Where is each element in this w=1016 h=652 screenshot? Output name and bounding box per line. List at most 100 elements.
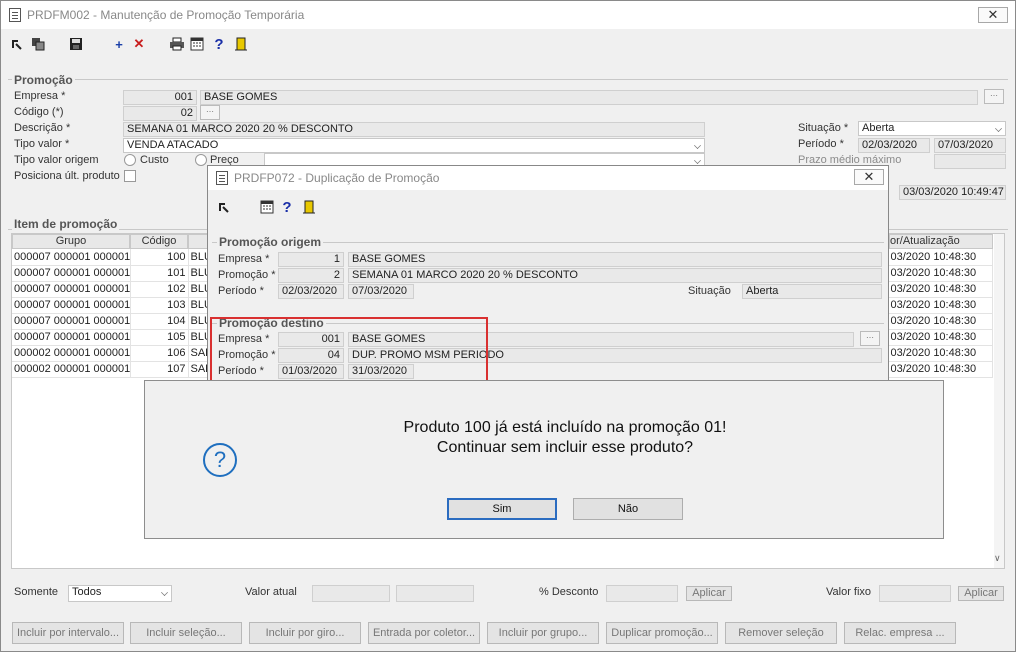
origem-periodo-fim: 07/03/2020 bbox=[348, 284, 414, 299]
aplicar-valor-fixo-button[interactable]: Aplicar bbox=[958, 586, 1004, 601]
remover-selecao-button[interactable]: Remover seleção bbox=[725, 622, 837, 644]
calculator-icon[interactable] bbox=[258, 198, 276, 216]
incluir-selecao-button[interactable]: Incluir seleção... bbox=[130, 622, 242, 644]
empresa-label: Empresa * bbox=[14, 90, 66, 102]
descricao-label: Descrição * bbox=[14, 122, 71, 134]
entrada-coletor-button[interactable]: Entrada por coletor... bbox=[368, 622, 480, 644]
dialog-close-button[interactable]: ✕ bbox=[854, 169, 884, 185]
dialog-title: PRDFP072 - Duplicação de Promoção bbox=[234, 171, 440, 185]
duplicar-promocao-button[interactable]: Duplicar promoção... bbox=[606, 622, 718, 644]
cell-codigo: 100 bbox=[130, 249, 189, 266]
dialog-toolbar: ? bbox=[214, 194, 318, 220]
chevron-down-icon[interactable]: ∨ bbox=[994, 553, 1001, 564]
origem-periodo-inicio: 02/03/2020 bbox=[278, 284, 344, 299]
valor-atual-label: Valor atual bbox=[245, 586, 297, 598]
help-icon[interactable]: ? bbox=[278, 198, 296, 216]
origem-section-title: Promoção origem bbox=[217, 235, 324, 249]
origem-empresa-name: BASE GOMES bbox=[348, 252, 882, 267]
incluir-giro-button[interactable]: Incluir por giro... bbox=[249, 622, 361, 644]
chevron-down-icon bbox=[161, 589, 168, 596]
custo-radio[interactable] bbox=[124, 154, 136, 166]
cell-grupo: 000007 000001 000001 bbox=[12, 297, 131, 314]
destino-empresa-lookup-button[interactable]: ⋯ bbox=[860, 331, 880, 346]
cell-grupo: 000007 000001 000001 bbox=[12, 329, 131, 346]
cell-grupo: 000007 000001 000001 bbox=[12, 265, 131, 282]
situacao-value: Aberta bbox=[862, 122, 895, 134]
cell-codigo: 104 bbox=[130, 313, 189, 330]
grid-header-grupo[interactable]: Grupo bbox=[12, 234, 130, 249]
tipo-valor-select[interactable]: VENDA ATACADO bbox=[123, 138, 705, 153]
sim-button[interactable]: Sim bbox=[447, 498, 557, 520]
cell-grupo: 000002 000001 000001 bbox=[12, 361, 131, 378]
windows-icon[interactable] bbox=[29, 35, 47, 53]
door-exit-icon[interactable] bbox=[232, 35, 250, 53]
codigo-label: Código (*) bbox=[14, 106, 64, 118]
grid-header-codigo[interactable]: Código bbox=[130, 234, 188, 249]
exit-icon[interactable] bbox=[214, 198, 232, 216]
cell-codigo: 101 bbox=[130, 265, 189, 282]
posiciona-checkbox[interactable] bbox=[124, 170, 136, 182]
cell-data: 03/2020 10:48:30 bbox=[888, 361, 993, 378]
empresa-code-field[interactable]: 001 bbox=[123, 90, 197, 105]
origem-situacao-field: Aberta bbox=[742, 284, 882, 299]
valor-atual-field[interactable] bbox=[312, 585, 390, 602]
cell-grupo: 000007 000001 000001 bbox=[12, 281, 131, 298]
periodo-label: Período * bbox=[798, 138, 844, 150]
periodo-fim-field[interactable]: 07/03/2020 bbox=[934, 138, 1006, 153]
atualizacao-field: 03/03/2020 10:49:47 bbox=[899, 185, 1006, 200]
door-exit-icon[interactable] bbox=[300, 198, 318, 216]
grid-scrollbar[interactable] bbox=[994, 234, 1004, 568]
valor-fixo-label: Valor fixo bbox=[826, 586, 872, 598]
delete-icon[interactable]: ✕ bbox=[130, 35, 148, 53]
document-icon bbox=[216, 171, 228, 185]
print-icon[interactable] bbox=[168, 35, 186, 53]
nao-button[interactable]: Não bbox=[573, 498, 683, 520]
items-section-title: Item de promoção bbox=[12, 217, 120, 231]
origem-promocao-name: SEMANA 01 MARCO 2020 20 % DESCONTO bbox=[348, 268, 882, 283]
somente-select[interactable]: Todos bbox=[68, 585, 172, 602]
save-icon[interactable] bbox=[67, 35, 85, 53]
cell-data: 03/2020 10:48:30 bbox=[888, 313, 993, 330]
periodo-inicio-field[interactable]: 02/03/2020 bbox=[858, 138, 930, 153]
cell-codigo: 106 bbox=[130, 345, 189, 362]
origem-periodo-label: Período * bbox=[218, 285, 264, 297]
desconto-field[interactable] bbox=[606, 585, 678, 602]
situacao-select[interactable]: Aberta bbox=[858, 121, 1006, 136]
valor-atual-field-2[interactable] bbox=[396, 585, 474, 602]
help-icon[interactable]: ? bbox=[210, 35, 228, 53]
cell-codigo: 107 bbox=[130, 361, 189, 378]
cell-codigo: 103 bbox=[130, 297, 189, 314]
cell-data: 03/2020 10:48:30 bbox=[888, 281, 993, 298]
add-icon[interactable]: + bbox=[110, 35, 128, 53]
calculator-icon[interactable] bbox=[188, 35, 206, 53]
main-close-button[interactable]: ✕ bbox=[978, 7, 1008, 23]
tipo-valor-label: Tipo valor * bbox=[14, 138, 70, 150]
promocao-section-title: Promoção bbox=[12, 73, 75, 87]
posiciona-label: Posiciona últ. produto bbox=[14, 170, 120, 182]
valor-fixo-field[interactable] bbox=[879, 585, 951, 602]
main-titlebar: PRDFM002 - Manutenção de Promoção Tempor… bbox=[1, 1, 1015, 29]
preco-radio[interactable] bbox=[195, 154, 207, 166]
empresa-lookup-button[interactable]: ⋯ bbox=[984, 89, 1004, 104]
incluir-intervalo-button[interactable]: Incluir por intervalo... bbox=[12, 622, 124, 644]
cell-codigo: 102 bbox=[130, 281, 189, 298]
grid-header-atualizacao[interactable]: or/Atualização bbox=[889, 234, 993, 249]
codigo-field[interactable]: 02 bbox=[123, 106, 197, 121]
tipo-valor-origem-label: Tipo valor origem bbox=[14, 154, 99, 166]
descricao-field[interactable]: SEMANA 01 MARCO 2020 20 % DESCONTO bbox=[123, 122, 705, 137]
somente-label: Somente bbox=[14, 586, 59, 598]
message-line2: Continuar sem incluir esse produto? bbox=[436, 439, 694, 456]
aplicar-desconto-button[interactable]: Aplicar bbox=[686, 586, 732, 601]
relac-empresa-button[interactable]: Relac. empresa ... bbox=[844, 622, 956, 644]
cell-grupo: 000007 000001 000001 bbox=[12, 249, 131, 266]
codigo-lookup-button[interactable]: ⋯ bbox=[200, 105, 220, 120]
tipo-valor-value: VENDA ATACADO bbox=[127, 139, 219, 151]
origem-promocao-label: Promoção * bbox=[218, 269, 276, 281]
exit-icon[interactable] bbox=[7, 35, 25, 53]
incluir-grupo-button[interactable]: Incluir por grupo... bbox=[487, 622, 599, 644]
message-line1: Produto 100 já está incluído na promoção… bbox=[403, 419, 727, 436]
highlight-box bbox=[210, 317, 488, 383]
prazo-field[interactable] bbox=[934, 154, 1006, 169]
origem-empresa-code: 1 bbox=[278, 252, 344, 267]
cell-grupo: 000002 000001 000001 bbox=[12, 345, 131, 362]
